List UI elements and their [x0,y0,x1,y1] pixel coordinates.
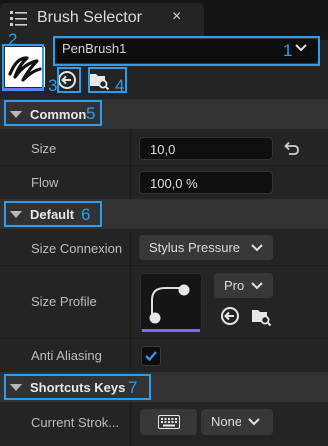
profile-preset-value: Pro [224,278,245,293]
current-stroke-dropdown[interactable]: None [201,409,273,435]
keyboard-shortcut-button[interactable] [140,409,197,435]
annotation-box-2 [2,44,44,91]
label-size: Size [31,141,57,156]
annotation-number-4: 4 [115,76,125,95]
label-flow: Flow [31,175,59,190]
annotation-number-2: 2 [8,30,18,49]
current-stroke-value: None [211,414,243,429]
size-profile-curve[interactable] [140,273,202,331]
keyboard-icon [158,415,180,429]
column-divider [130,402,131,446]
close-icon[interactable]: × [172,8,181,26]
size-value: 10,0 [150,142,176,157]
size-connexion-value: Stylus Pressure [149,240,241,255]
list-icon [10,11,27,26]
reset-arrow-icon[interactable] [282,140,300,156]
annotation-box-1 [53,36,320,66]
curve-profile-icon [149,284,190,324]
row-separator [0,338,328,339]
annotation-number-1: 1 [283,41,293,60]
annotation-number-6: 6 [81,205,91,224]
flow-input[interactable]: 100,0 % [139,171,273,194]
flow-value: 100,0 % [150,176,198,191]
size-connexion-dropdown[interactable]: Stylus Pressure [139,235,273,260]
chevron-down-icon [251,282,263,290]
anti-aliasing-checkbox[interactable] [141,346,161,366]
column-divider [130,229,131,370]
annotation-number-3: 3 [48,76,58,95]
row-separator [0,165,328,166]
annotation-number-5: 5 [86,104,96,123]
label-size-connexion: Size Connexion [31,241,123,256]
curve-underline [142,329,200,332]
checkmark-icon [145,351,157,362]
chevron-down-icon [248,418,260,426]
chevron-down-icon [251,244,263,252]
label-size-profile: Size Profile [31,294,97,309]
browse-folder-icon[interactable] [250,305,272,327]
label-anti-aliasing: Anti Aliasing [31,348,102,363]
profile-preset-dropdown[interactable]: Pro [214,273,273,298]
annotation-box-3 [57,67,81,93]
size-input[interactable]: 10,0 [139,137,273,160]
reset-arrow-icon[interactable] [219,305,241,327]
row-separator [0,265,328,266]
tab-title: Brush Selector [37,9,142,26]
annotation-number-7: 7 [128,378,138,397]
label-current-stroke: Current Strok... [31,415,120,430]
